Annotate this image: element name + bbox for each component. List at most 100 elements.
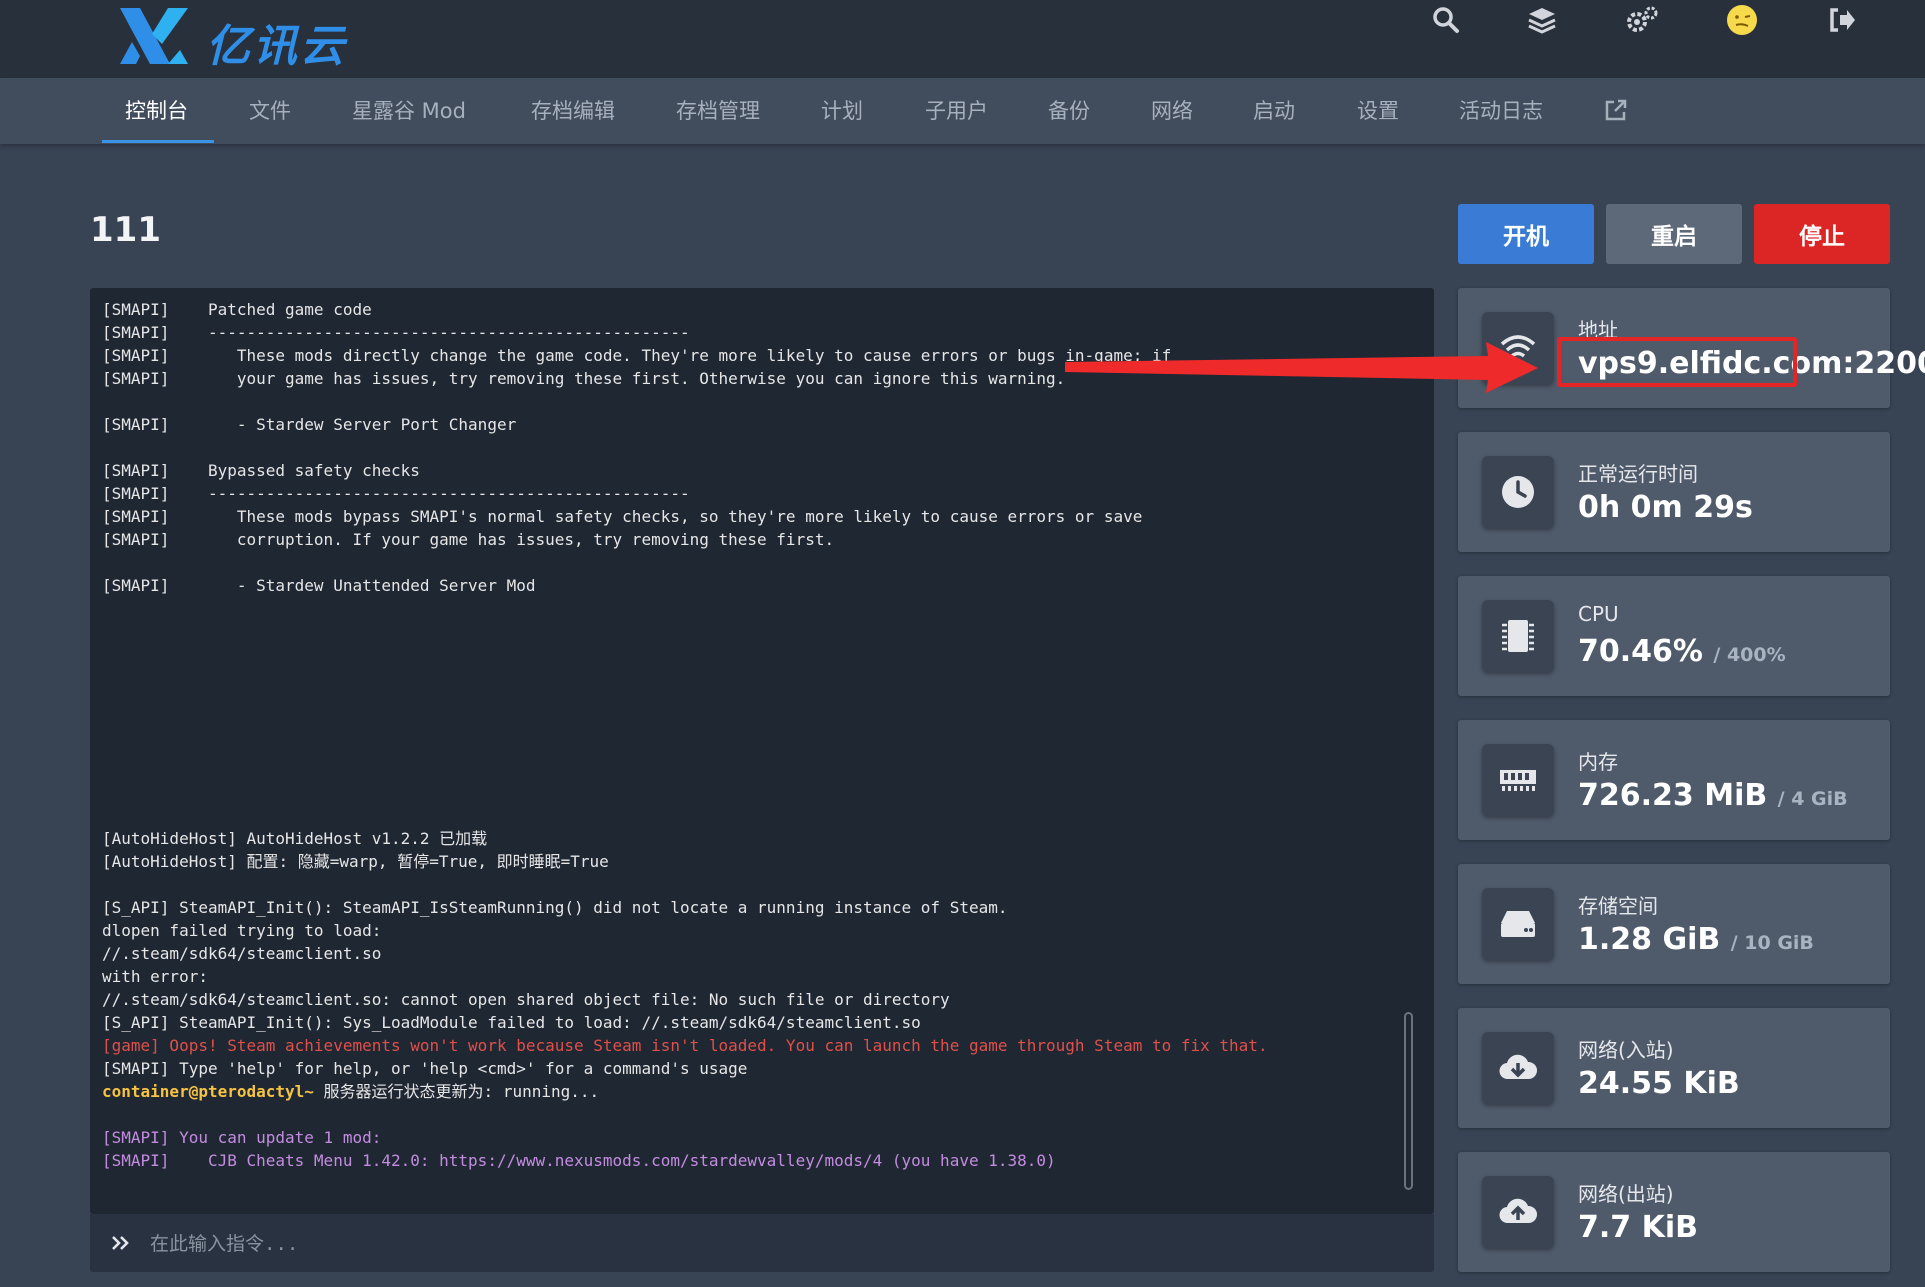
stat-card-net-out: 网络(出站) 7.7 KiB: [1458, 1152, 1890, 1272]
cpu-label: CPU: [1578, 602, 1619, 626]
hdd-icon: [1482, 888, 1554, 960]
console-line-text: [SMAPI] --------------------------------…: [102, 484, 690, 503]
uptime-label: 正常运行时间: [1578, 462, 1698, 486]
console-output: [SMAPI] Patched game code [SMAPI] -------…: [102, 298, 1392, 1208]
external-link-icon[interactable]: [1604, 98, 1628, 124]
memory-icon: [1482, 744, 1554, 816]
console-line: [SMAPI] --------------------------------…: [102, 482, 1392, 505]
restart-button[interactable]: 重启: [1606, 204, 1742, 264]
net-in-label: 网络(入站): [1578, 1038, 1674, 1062]
console-line-text: [SMAPI] corruption. If your game has iss…: [102, 530, 835, 549]
tab-settings[interactable]: 设置: [1357, 78, 1399, 144]
console-line-text: [AutoHideHost] 配置: 隐藏=warp, 暂停=True, 即时睡…: [102, 852, 609, 871]
memory-limit: / 4 GiB: [1777, 788, 1848, 810]
search-icon[interactable]: [1426, 0, 1466, 40]
disk-limit: / 10 GiB: [1730, 932, 1814, 954]
console-line-text: [SMAPI] --------------------------------…: [102, 323, 690, 342]
console-line-text: [game] Oops! Steam achievements won't wo…: [102, 1036, 1268, 1055]
tab-schedules[interactable]: 计划: [821, 78, 863, 144]
console-line-text: [SMAPI] your game has issues, try removi…: [102, 369, 1066, 388]
console-line-text: //.steam/sdk64/steamclient.so: cannot op…: [102, 990, 950, 1009]
console-line-text: with error:: [102, 967, 208, 986]
chip-icon: [1482, 600, 1554, 672]
console-line: container@pterodactyl~ 服务器运行状态更新为: runni…: [102, 1080, 1392, 1103]
cpu-value: 70.46% / 400%: [1578, 634, 1786, 669]
net-in-value: 24.55 KiB: [1578, 1066, 1740, 1101]
console-line-text: //.steam/sdk64/steamclient.so: [102, 944, 382, 963]
tab-activity-log[interactable]: 活动日志: [1459, 78, 1543, 144]
command-input[interactable]: [148, 1224, 1412, 1264]
tab-save-editor[interactable]: 存档编辑: [531, 78, 615, 144]
clock-icon: [1482, 456, 1554, 528]
tab-save-manager[interactable]: 存档管理: [676, 78, 760, 144]
console-line: [SMAPI] These mods bypass SMAPI's normal…: [102, 505, 1392, 528]
console-line-text: [SMAPI] Bypassed safety checks: [102, 461, 420, 480]
console-line-text: [SMAPI] Patched game code: [102, 300, 372, 319]
console-line: [SMAPI] - Stardew Server Port Changer: [102, 413, 1392, 436]
console-line: [S_API] SteamAPI_Init(): Sys_LoadModule …: [102, 1011, 1392, 1034]
memory-usage: 726.23 MiB: [1578, 778, 1768, 813]
console-panel: [SMAPI] Patched game code [SMAPI] -------…: [90, 288, 1434, 1214]
console-line: [SMAPI] Type 'help' for help, or 'help <…: [102, 1057, 1392, 1080]
gears-icon[interactable]: [1622, 0, 1662, 40]
console-line-text: [SMAPI] These mods directly change the g…: [102, 346, 1172, 365]
chevron-double-right-icon: [112, 1236, 129, 1250]
tab-subusers[interactable]: 子用户: [925, 78, 988, 144]
stat-card-cpu: CPU 70.46% / 400%: [1458, 576, 1890, 696]
tab-files[interactable]: 文件: [249, 78, 291, 144]
disk-usage: 1.28 GiB: [1578, 922, 1721, 957]
top-bar: 亿讯云: [0, 0, 1925, 78]
tab-stardew-mod[interactable]: 星露谷 Mod: [352, 78, 466, 144]
console-line-text: 服务器运行状态更新为: running...: [313, 1082, 600, 1101]
address-highlight-box: [1557, 337, 1797, 387]
wifi-icon: [1482, 312, 1554, 384]
disk-label: 存储空间: [1578, 894, 1658, 918]
start-button[interactable]: 开机: [1458, 204, 1594, 264]
console-line-text: [SMAPI] You can update 1 mod:: [102, 1128, 382, 1147]
layers-icon[interactable]: [1522, 0, 1562, 40]
avatar-emoji-icon[interactable]: [1722, 0, 1762, 40]
console-line: with error:: [102, 965, 1392, 988]
tab-console[interactable]: 控制台: [125, 78, 188, 144]
console-line: [SMAPI] corruption. If your game has iss…: [102, 528, 1392, 551]
console-line-text: [SMAPI] - Stardew Server Port Changer: [102, 415, 517, 434]
stat-card-net-in: 网络(入站) 24.55 KiB: [1458, 1008, 1890, 1128]
stat-card-memory: 内存 726.23 MiB / 4 GiB: [1458, 720, 1890, 840]
cpu-limit: / 400%: [1713, 644, 1786, 666]
console-line-text: [S_API] SteamAPI_Init(): Sys_LoadModule …: [102, 1013, 921, 1032]
console-line-text: [SMAPI] Type 'help' for help, or 'help <…: [102, 1059, 748, 1078]
console-prompt-prefix: container@pterodactyl~: [102, 1082, 314, 1101]
console-line-text: [S_API] SteamAPI_Init(): SteamAPI_IsStea…: [102, 898, 1008, 917]
server-name: 111: [90, 210, 161, 250]
console-line: [SMAPI] your game has issues, try removi…: [102, 367, 1392, 390]
brand-name: 亿讯云: [206, 21, 347, 72]
stop-button[interactable]: 停止: [1754, 204, 1890, 264]
console-input-row: [90, 1214, 1434, 1272]
console-line: [game] Oops! Steam achievements won't wo…: [102, 1034, 1392, 1057]
console-line: //.steam/sdk64/steamclient.so: [102, 942, 1392, 965]
console-line: [SMAPI] You can update 1 mod:: [102, 1126, 1392, 1149]
console-scrollbar[interactable]: [1404, 1012, 1413, 1190]
memory-label: 内存: [1578, 750, 1618, 774]
tab-backups[interactable]: 备份: [1048, 78, 1090, 144]
tab-network[interactable]: 网络: [1151, 78, 1193, 144]
console-line: //.steam/sdk64/steamclient.so: cannot op…: [102, 988, 1392, 1011]
net-out-value: 7.7 KiB: [1578, 1210, 1698, 1245]
console-line-text: [AutoHideHost] AutoHideHost v1.2.2 已加载: [102, 829, 488, 848]
tab-startup[interactable]: 启动: [1253, 78, 1295, 144]
disk-value: 1.28 GiB / 10 GiB: [1578, 922, 1814, 957]
cloud-download-icon: [1482, 1032, 1554, 1104]
logout-icon[interactable]: [1822, 0, 1862, 40]
brand-logo-icon[interactable]: [118, 4, 190, 68]
